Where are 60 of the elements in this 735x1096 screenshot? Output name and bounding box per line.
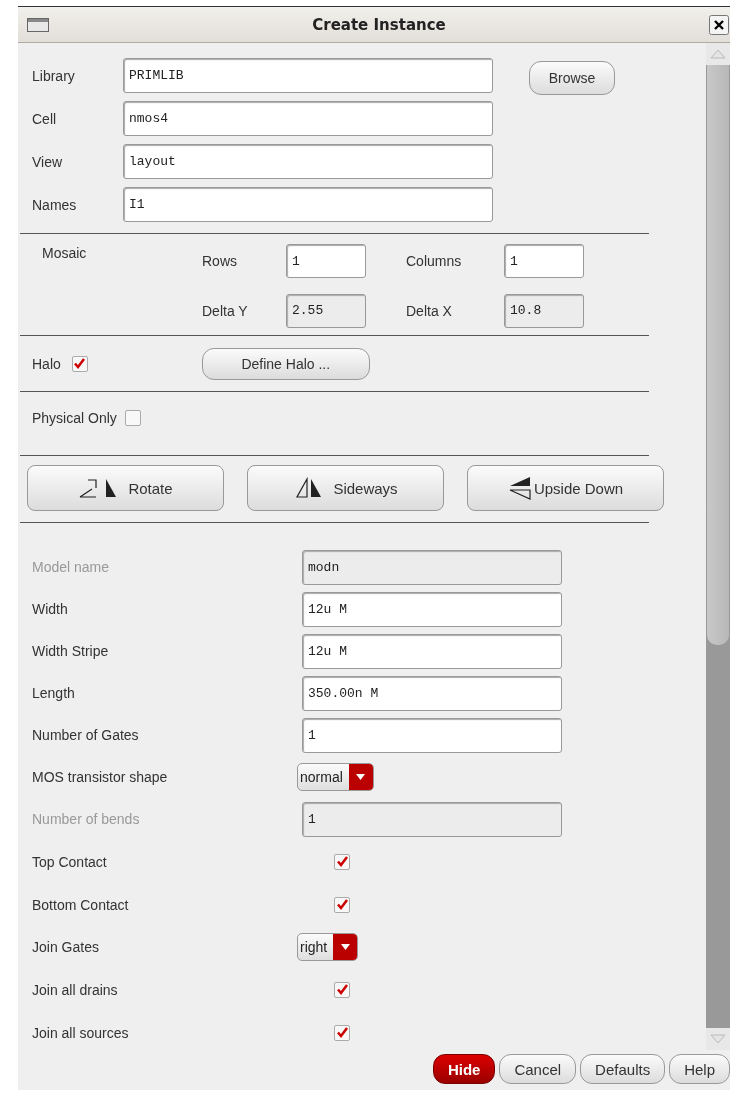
close-icon[interactable] xyxy=(709,14,729,35)
scroll-thumb[interactable] xyxy=(707,65,729,645)
dropdown[interactable]: normal xyxy=(297,763,374,791)
parameter-label: MOS transistor shape xyxy=(32,769,169,785)
caret-icon xyxy=(356,774,366,780)
down-arrow-icon xyxy=(710,1034,726,1044)
checkbox-label: Halo xyxy=(32,355,61,372)
define-halo-button[interactable]: Define Halo ... xyxy=(201,347,370,380)
window-title: Create Instance xyxy=(312,15,446,34)
field-label: Columns xyxy=(406,253,463,270)
caret-icon xyxy=(340,944,350,950)
window-icon[interactable] xyxy=(27,17,49,32)
orientation-button[interactable]: Sideways xyxy=(247,465,444,511)
field-label: Library xyxy=(32,67,76,84)
browse-button[interactable]: Browse xyxy=(529,61,615,95)
section-label: Mosaic xyxy=(42,245,88,263)
text-field[interactable]: 12u M xyxy=(302,591,562,627)
scrollbar[interactable] xyxy=(706,43,730,1050)
parameter-label: Top Contact xyxy=(32,853,108,870)
number-field[interactable]: 1 xyxy=(286,244,366,279)
parameter-label: Width Stripe xyxy=(32,643,110,659)
text-field[interactable]: 12u M xyxy=(302,633,562,669)
field-label: Delta X xyxy=(406,302,453,319)
text-field[interactable]: 350.00n M xyxy=(302,675,562,711)
number-field[interactable]: 1 xyxy=(504,244,584,279)
checkbox[interactable] xyxy=(334,896,350,913)
field-label: View xyxy=(32,153,64,170)
flip-icon xyxy=(507,475,532,501)
parameter-label: Join all sources xyxy=(32,1024,130,1041)
text-field[interactable]: layout xyxy=(123,144,493,179)
checkbox-label: Physical Only xyxy=(32,409,117,426)
field-label: Rows xyxy=(202,253,238,270)
field-label: Cell xyxy=(32,110,58,127)
text-field[interactable]: 1 xyxy=(302,717,562,753)
text-field[interactable]: PRIMLIB xyxy=(123,58,493,93)
parameter-label: Width xyxy=(32,601,69,617)
checkbox[interactable] xyxy=(334,981,350,998)
checkbox[interactable] xyxy=(334,853,350,870)
dialog-button[interactable]: Hide xyxy=(432,1054,496,1084)
text-field[interactable]: nmos4 xyxy=(123,101,493,136)
checkbox[interactable] xyxy=(71,355,88,372)
text-field[interactable]: I1 xyxy=(123,187,493,222)
dialog-button[interactable]: Cancel xyxy=(499,1054,577,1084)
parameter-label: Bottom Contact xyxy=(32,896,130,913)
parameter-label: Join all drains xyxy=(32,981,119,998)
orientation-button[interactable]: Rotate xyxy=(27,465,224,511)
dialog-button[interactable]: Help xyxy=(669,1054,730,1084)
field-label: Names xyxy=(32,196,78,213)
orientation-button[interactable]: Upside Down xyxy=(467,465,664,511)
dialog-button[interactable]: Defaults xyxy=(580,1054,666,1084)
dropdown[interactable]: right xyxy=(297,933,359,961)
parameter-label: Join Gates xyxy=(32,939,100,955)
field-label: Delta Y xyxy=(202,302,249,319)
parameter-label: Number of bends xyxy=(32,811,141,827)
up-arrow-icon xyxy=(710,49,726,59)
checkbox[interactable] xyxy=(334,1024,350,1041)
parameter-label: Model name xyxy=(32,559,111,575)
parameter-label: Number of Gates xyxy=(32,727,140,743)
parameter-label: Length xyxy=(32,685,76,701)
checkbox[interactable] xyxy=(124,409,141,426)
